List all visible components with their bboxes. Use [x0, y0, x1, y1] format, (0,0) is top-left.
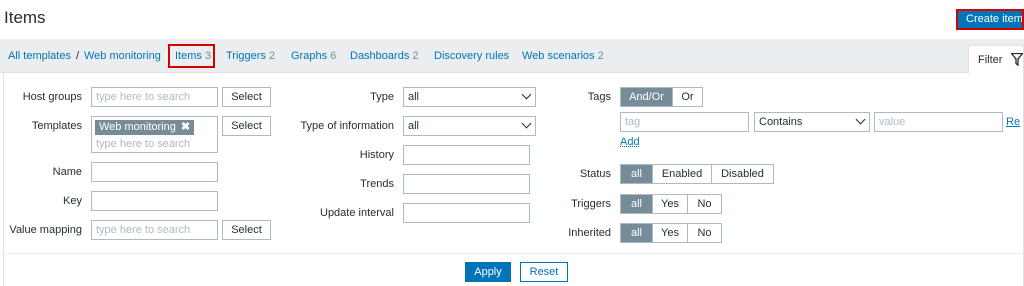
tab-web-scenarios-label: Web scenarios	[522, 50, 595, 62]
tags-or-option[interactable]: Or	[673, 88, 702, 106]
trends-label: Trends	[360, 178, 394, 190]
value-mapping-input[interactable]: type here to search	[91, 220, 218, 240]
type-of-information-label: Type of information	[300, 120, 394, 132]
tab-triggers-count: 2	[269, 50, 276, 62]
tab-discovery-rules-label: Discovery rules	[434, 50, 510, 62]
tag-remove-link[interactable]: Re	[1006, 116, 1020, 128]
status-label: Status	[579, 168, 611, 180]
chevron-down-icon	[521, 89, 532, 100]
chevron-down-icon	[855, 114, 866, 125]
type-select[interactable]: all	[403, 87, 536, 107]
value-mapping-label: Value mapping	[9, 224, 82, 236]
tab-graphs-label: Graphs	[291, 50, 328, 62]
tags-and-or-option[interactable]: And/Or	[621, 88, 673, 106]
name-label: Name	[52, 166, 82, 178]
tab-graphs[interactable]: Graphs 6	[291, 50, 336, 62]
history-input[interactable]	[403, 145, 530, 165]
tag-name-input[interactable]: tag	[620, 112, 749, 132]
tab-dashboards-label: Dashboards	[350, 50, 410, 62]
tab-triggers[interactable]: Triggers 2	[226, 50, 275, 62]
template-navigation: All templates / Web monitoring Items 3 T…	[0, 39, 1024, 73]
templates-label: Templates	[31, 120, 82, 132]
breadcrumb-web-monitoring[interactable]: Web monitoring	[84, 50, 161, 62]
templates-select-button[interactable]: Select	[222, 116, 271, 136]
host-groups-input[interactable]: type here to search	[91, 87, 218, 107]
status-toggle[interactable]: all Enabled Disabled	[620, 164, 774, 184]
triggers-toggle[interactable]: all Yes No	[620, 194, 722, 214]
history-label: History	[359, 149, 394, 161]
tag-operator-value: Contains	[759, 116, 803, 128]
template-chip-label: Web monitoring	[99, 121, 176, 133]
apply-button[interactable]: Apply	[465, 262, 511, 282]
triggers-yes-option[interactable]: Yes	[653, 195, 688, 213]
templates-multiselect[interactable]: Web monitoring ✖ type here to search	[91, 116, 218, 153]
breadcrumb-separator: /	[76, 50, 80, 62]
inherited-all-option[interactable]: all	[621, 224, 653, 242]
status-disabled-option[interactable]: Disabled	[712, 165, 773, 183]
triggers-no-option[interactable]: No	[688, 195, 721, 213]
status-enabled-option[interactable]: Enabled	[653, 165, 712, 183]
type-select-value: all	[408, 91, 420, 103]
tag-value-input[interactable]: value	[874, 112, 1003, 132]
key-input[interactable]	[91, 191, 218, 211]
templates-search-placeholder[interactable]: type here to search	[96, 138, 190, 150]
active-tab-highlight	[168, 44, 215, 68]
update-interval-label: Update interval	[320, 207, 394, 219]
tab-discovery-rules[interactable]: Discovery rules	[434, 50, 509, 62]
key-label: Key	[63, 195, 82, 207]
trends-input[interactable]	[403, 174, 530, 194]
type-label: Type	[370, 91, 394, 103]
type-of-information-select[interactable]: all	[403, 116, 536, 136]
chevron-down-icon	[521, 118, 532, 129]
inherited-yes-option[interactable]: Yes	[653, 224, 688, 242]
tab-dashboards-count: 2	[412, 50, 419, 62]
tab-web-scenarios[interactable]: Web scenarios 2	[522, 50, 604, 62]
inherited-label: Inherited	[568, 227, 611, 239]
tag-operator-select[interactable]: Contains	[754, 112, 870, 132]
reset-button[interactable]: Reset	[520, 262, 568, 282]
funnel-icon	[1011, 53, 1023, 66]
tab-web-scenarios-count: 2	[597, 50, 604, 62]
inherited-no-option[interactable]: No	[688, 224, 721, 242]
filter-tab-label: Filter	[978, 54, 1003, 66]
type-of-information-value: all	[408, 120, 420, 132]
triggers-all-option[interactable]: all	[621, 195, 653, 213]
value-mapping-select-button[interactable]: Select	[222, 220, 271, 240]
name-input[interactable]	[91, 162, 218, 182]
chip-remove-icon[interactable]: ✖	[181, 121, 190, 133]
page-title: Items	[4, 8, 46, 27]
triggers-label: Triggers	[571, 198, 611, 210]
status-all-option[interactable]: all	[621, 165, 653, 183]
inherited-toggle[interactable]: all Yes No	[620, 223, 722, 243]
tab-dashboards[interactable]: Dashboards 2	[350, 50, 419, 62]
tags-label: Tags	[587, 91, 611, 103]
breadcrumb-all-templates[interactable]: All templates	[8, 50, 71, 62]
tags-evaltype-toggle[interactable]: And/Or Or	[620, 87, 703, 107]
host-groups-label: Host groups	[22, 91, 82, 103]
template-chip: Web monitoring ✖	[95, 120, 195, 135]
tag-add-link[interactable]: Add	[620, 136, 640, 148]
filter-footer-divider	[3, 253, 1024, 254]
filter-tab[interactable]: Filter	[968, 45, 1024, 73]
create-item-button[interactable]: Create item	[956, 9, 1024, 30]
tab-triggers-label: Triggers	[226, 50, 266, 62]
update-interval-input[interactable]	[403, 203, 530, 223]
tab-graphs-count: 6	[330, 50, 337, 62]
host-groups-select-button[interactable]: Select	[222, 87, 271, 107]
